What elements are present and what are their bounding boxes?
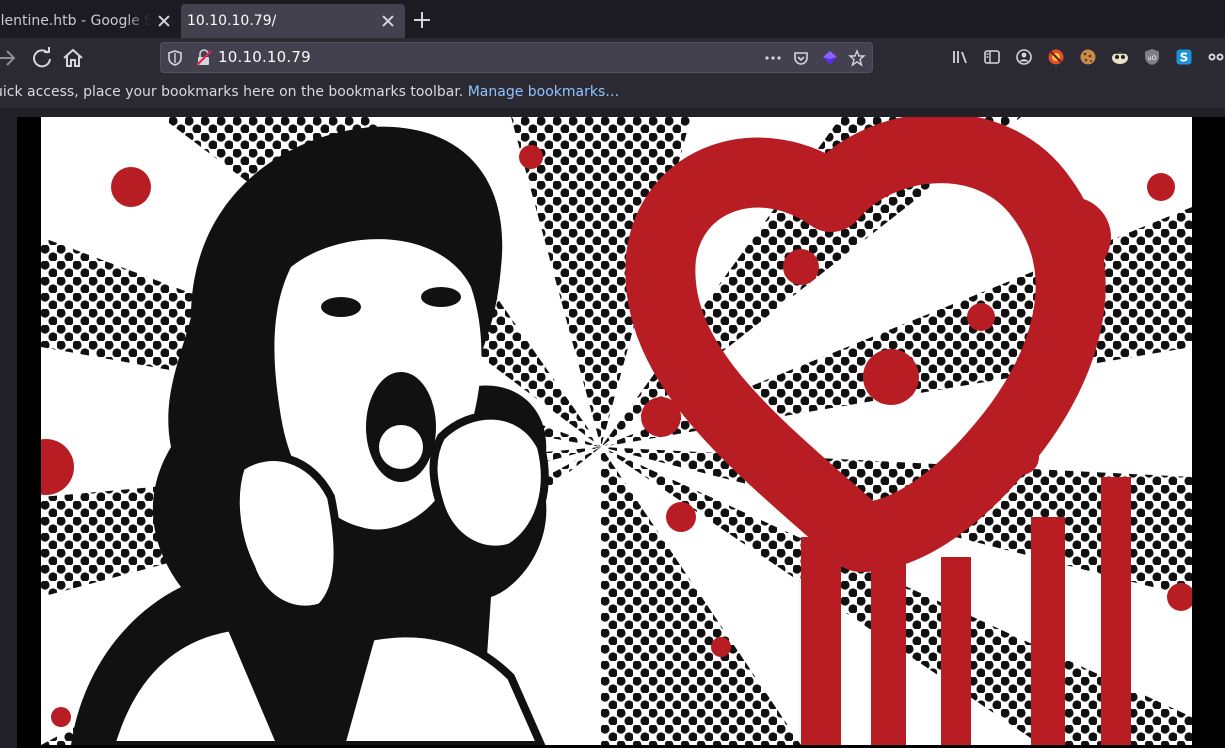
sidebar-icon[interactable] <box>983 48 1001 66</box>
shield-addon-icon[interactable]: S <box>1175 48 1193 66</box>
insecure-connection-icon[interactable] <box>195 49 213 67</box>
home-icon[interactable] <box>61 46 85 70</box>
addon-red-icon[interactable] <box>1047 48 1065 66</box>
addon-face-icon[interactable] <box>1111 48 1129 66</box>
url-bar[interactable]: 10.10.10.79 <box>160 42 873 73</box>
overflow-addon-icon[interactable] <box>1207 48 1225 66</box>
bookmark-star-icon[interactable] <box>848 49 866 67</box>
hero-image <box>41 117 1192 745</box>
account-icon[interactable] <box>1015 48 1033 66</box>
tab-title: alentine.htb - Google Se <box>0 13 150 29</box>
bookmarks-message-text: uick access, place your bookmarks here o… <box>0 84 468 100</box>
extension-icon[interactable] <box>821 49 839 67</box>
library-icon[interactable] <box>951 48 969 66</box>
tab-title: 10.10.10.79/ <box>187 13 277 29</box>
navigation-toolbar: 10.10.10.79 uO S <box>0 38 1225 78</box>
tab-strip: alentine.htb - Google Se 10.10.10.79/ <box>0 0 1225 38</box>
close-icon[interactable] <box>155 12 173 30</box>
url-text[interactable]: 10.10.10.79 <box>218 48 311 66</box>
tracking-shield-icon[interactable] <box>166 49 184 67</box>
ublock-icon[interactable]: uO <box>1143 48 1161 66</box>
svg-text:S: S <box>1180 51 1189 65</box>
cookie-icon[interactable] <box>1079 48 1097 66</box>
manage-bookmarks-link[interactable]: Manage bookmarks… <box>468 84 620 100</box>
tab-google-search[interactable]: alentine.htb - Google Se <box>0 4 181 38</box>
bookmarks-empty-message: uick access, place your bookmarks here o… <box>0 84 619 100</box>
svg-text:uO: uO <box>1147 54 1156 62</box>
tab-current[interactable]: 10.10.10.79/ <box>181 4 405 38</box>
heartbleed-pop-art-image <box>41 117 1192 745</box>
page-actions-icon[interactable] <box>764 49 782 67</box>
back-icon[interactable] <box>0 46 18 70</box>
new-tab-icon[interactable] <box>412 10 432 30</box>
close-icon[interactable] <box>379 12 397 30</box>
reload-icon[interactable] <box>30 46 54 70</box>
pocket-icon[interactable] <box>792 49 810 67</box>
bookmarks-toolbar: uick access, place your bookmarks here o… <box>0 78 1225 108</box>
